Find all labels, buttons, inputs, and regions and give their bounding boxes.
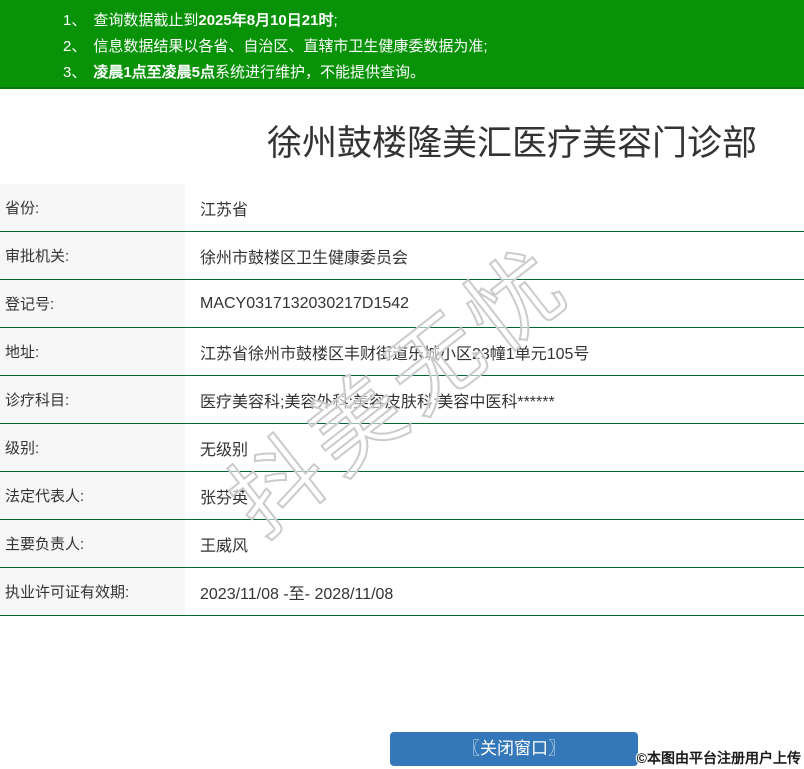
copyright-watermark: ©本图由平台注册用户上传 (636, 750, 801, 766)
table-row: 法定代表人: 张芬英 (0, 472, 804, 520)
table-row: 地址: 江苏省徐州市鼓楼区丰财街道乐城小区23幢1单元105号 (0, 328, 804, 376)
table-row: 审批机关: 徐州市鼓楼区卫生健康委员会 (0, 232, 804, 280)
row-label: 诊疗科目: (0, 376, 185, 423)
notice-item-number: 3、 (63, 64, 87, 81)
row-value: 徐州市鼓楼区卫生健康委员会 (200, 249, 409, 267)
row-value: 王威风 (200, 537, 249, 555)
row-value: MACY0317132030217D1542 (200, 294, 410, 312)
notice-item-number: 2、 (63, 38, 87, 55)
notice-item-text: 系统进行维护，不能提供查询。 (215, 64, 426, 81)
notice-item-bold-text: 凌晨1点至凌晨5点 (93, 64, 216, 81)
notice-item-number: 1、 (63, 12, 87, 29)
notice-item-text: 查询数据截止到 (93, 12, 199, 29)
table-row: 登记号: MACY0317132030217D1542 (0, 280, 804, 328)
row-value: 医疗美容科;美容外科;美容皮肤科;美容中医科****** (200, 393, 555, 411)
row-value: 江苏省徐州市鼓楼区丰财街道乐城小区23幢1单元105号 (200, 345, 590, 363)
row-value: 江苏省 (200, 201, 249, 219)
close-window-button[interactable]: 〖关闭窗口〗 (390, 732, 638, 766)
notice-list: 1、 查询数据截止到2025年8月10日21时; 2、 信息数据结果以各省、自治区、… (63, 8, 794, 86)
row-label: 地址: (0, 328, 185, 375)
row-label: 登记号: (0, 280, 185, 327)
table-row: 执业许可证有效期: 2023/11/08 -至- 2028/11/08 (0, 568, 804, 616)
notice-item-text: ; (333, 12, 338, 29)
details-table: 省份: 江苏省 审批机关: 徐州市鼓楼区卫生健康委员会 登记号: MACY031… (0, 184, 804, 616)
page-title: 徐州鼓楼隆美汇医疗美容门诊部 (266, 124, 757, 163)
row-label: 级别: (0, 424, 185, 471)
notice-bar: 1、 查询数据截止到2025年8月10日21时; 2、 信息数据结果以各省、自治区、… (0, 0, 804, 89)
row-label: 主要负责人: (0, 520, 185, 567)
row-value: 无级别 (200, 441, 249, 459)
row-label: 法定代表人: (0, 472, 185, 519)
table-row: 主要负责人: 王威风 (0, 520, 804, 568)
row-label: 省份: (0, 184, 185, 231)
table-row: 级别: 无级别 (0, 424, 804, 472)
notice-item: 3、 凌晨1点至凌晨5点系统进行维护，不能提供查询。 (63, 60, 794, 86)
table-row: 省份: 江苏省 (0, 184, 804, 232)
row-label: 执业许可证有效期: (0, 568, 185, 615)
notice-item-bold-text: 2025年8月10日21时 (198, 12, 334, 29)
notice-item: 1、 查询数据截止到2025年8月10日21时; (63, 8, 794, 34)
row-value: 2023/11/08 -至- 2028/11/08 (200, 585, 394, 603)
notice-item: 2、 信息数据结果以各省、自治区、直辖市卫生健康委数据为准; (63, 34, 794, 60)
row-value: 张芬英 (200, 489, 249, 507)
row-label: 审批机关: (0, 232, 185, 279)
table-row: 诊疗科目: 医疗美容科;美容外科;美容皮肤科;美容中医科****** (0, 376, 804, 424)
notice-item-text: 信息数据结果以各省、自治区、直辖市卫生健康委数据为准; (93, 38, 488, 55)
